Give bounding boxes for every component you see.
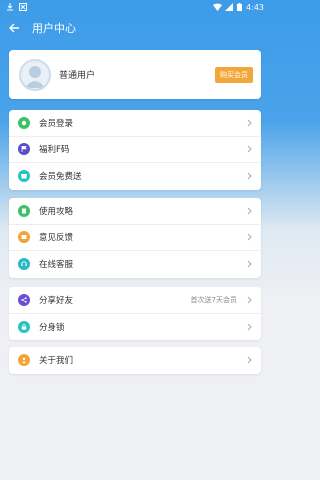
menu-group-about: 关于我们: [9, 347, 261, 374]
menu-item-free-membership[interactable]: 会员免费送: [9, 163, 261, 190]
avatar[interactable]: [19, 58, 51, 91]
profile-card[interactable]: 普通用户 购买会员: [9, 50, 261, 99]
menu-group-help: 使用攻略 意见反馈 在线客服: [9, 198, 261, 278]
menu-item-label: 在线客服: [39, 260, 74, 271]
headset-icon: [18, 258, 30, 271]
guide-icon: [18, 204, 30, 217]
menu-item-guide[interactable]: 使用攻略: [9, 198, 261, 225]
app-bar: 用户中心: [0, 14, 270, 42]
chevron-right-icon: [245, 323, 253, 331]
status-bar: 4:43: [0, 0, 270, 14]
menu-item-label: 使用攻略: [39, 206, 74, 217]
wifi-icon: [213, 3, 223, 11]
chevron-right-icon: [245, 119, 253, 127]
share-icon: [18, 293, 30, 306]
feedback-icon: [18, 231, 30, 244]
menu-item-label: 意见反馈: [39, 233, 74, 244]
menu-item-label: 分享好友: [39, 295, 74, 306]
user-avatar-icon: [25, 65, 45, 88]
share-promo-text: 首次送7天会员: [190, 295, 237, 304]
menu-item-welfare-code[interactable]: 福利F码: [9, 137, 261, 163]
chevron-right-icon: [245, 296, 253, 304]
chevron-right-icon: [245, 356, 253, 364]
battery-icon: [237, 3, 243, 11]
notification-icon: [19, 3, 27, 11]
menu-item-label: 会员免费送: [39, 172, 82, 183]
chevron-right-icon: [245, 145, 253, 153]
back-button[interactable]: [0, 14, 28, 42]
menu-item-clone-lock[interactable]: 分身锁: [9, 314, 261, 341]
status-time: 4:43: [246, 2, 264, 12]
menu-item-share-friends[interactable]: 分享好友 首次送7天会员: [9, 287, 261, 314]
lock-icon: [18, 320, 30, 333]
signal-icon: [225, 3, 234, 11]
page-title: 用户中心: [32, 22, 76, 35]
menu-item-feedback[interactable]: 意见反馈: [9, 225, 261, 251]
menu-item-member-login[interactable]: 会员登录: [9, 110, 261, 137]
login-icon: [18, 116, 30, 129]
buy-membership-button[interactable]: 购买会员: [215, 66, 253, 83]
menu-item-label: 分身锁: [39, 322, 65, 333]
chevron-right-icon: [245, 260, 253, 268]
menu-item-about-us[interactable]: 关于我们: [9, 347, 261, 374]
gift-icon: [18, 170, 30, 183]
download-icon: [6, 3, 14, 11]
flag-icon: [18, 143, 30, 156]
back-arrow-icon: [9, 23, 19, 33]
about-icon: [18, 354, 30, 367]
menu-item-online-support[interactable]: 在线客服: [9, 251, 261, 278]
menu-item-label: 会员登录: [39, 118, 74, 129]
chevron-right-icon: [245, 233, 253, 241]
chevron-right-icon: [245, 207, 253, 215]
menu-group-account: 会员登录 福利F码 会员免费送: [9, 110, 261, 190]
username: 普通用户: [59, 71, 96, 81]
menu-item-label: 福利F码: [39, 145, 70, 156]
chevron-right-icon: [245, 172, 253, 180]
menu-item-label: 关于我们: [39, 356, 74, 367]
menu-group-share: 分享好友 首次送7天会员 分身锁: [9, 287, 261, 340]
